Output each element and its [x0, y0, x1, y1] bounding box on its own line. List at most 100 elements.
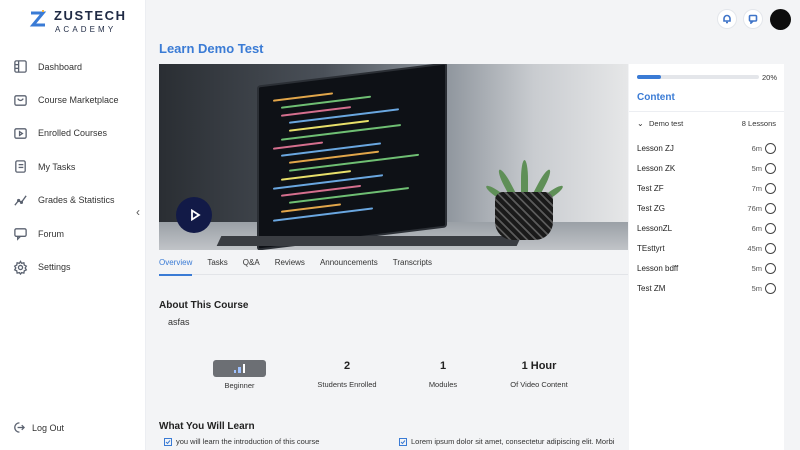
lesson-duration: 5m: [751, 283, 762, 293]
section-count: 8 Lessons: [741, 119, 776, 128]
logo[interactable]: ZUSTECH ACADEMY: [28, 8, 127, 34]
lesson-status-circle-icon[interactable]: [765, 222, 776, 234]
course-tabs: Overview Tasks Q&A Reviews Announcements…: [159, 250, 628, 276]
checkbox-checked-icon: [164, 437, 172, 446]
lesson-duration: 6m: [751, 223, 762, 233]
sidebar-item-label: Course Marketplace: [38, 95, 119, 106]
lesson-item[interactable]: LessonZL 6m: [637, 218, 776, 238]
sidebar-item-settings[interactable]: Settings: [0, 250, 146, 283]
sidebar-item-label: Grades & Statistics: [38, 195, 115, 206]
lesson-status-circle-icon[interactable]: [765, 182, 776, 194]
progress-percent: 20%: [762, 73, 778, 82]
tasks-icon: [12, 159, 28, 175]
sidebar-item-label: Forum: [38, 228, 65, 239]
lesson-item[interactable]: Lesson ZK 5m: [637, 158, 776, 178]
stat-label: Of Video Content: [510, 380, 568, 389]
lesson-item[interactable]: Test ZG 76m: [637, 198, 776, 218]
lesson-name: Lesson ZJ: [637, 143, 674, 153]
tab-qa[interactable]: Q&A: [243, 250, 260, 275]
progress-fill: [637, 75, 662, 79]
checkbox-checked-icon: [399, 437, 407, 446]
lesson-duration: 5m: [751, 263, 762, 273]
learn-item: Lorem ipsum dolor sit amet, consectetur …: [399, 437, 614, 446]
lesson-item[interactable]: Test ZM 5m: [637, 278, 776, 298]
lesson-name: TEsttyrt: [637, 243, 665, 253]
tab-transcripts[interactable]: Transcripts: [393, 250, 432, 275]
lesson-item[interactable]: Lesson bdff 5m: [637, 258, 776, 278]
content-title: Content: [637, 92, 675, 103]
level-badge: [213, 360, 266, 377]
progress-bar: [637, 75, 759, 79]
learn-item-text: Lorem ipsum dolor sit amet, consectetur …: [411, 437, 615, 446]
sidebar-item-label: Settings: [38, 262, 71, 273]
logo-z-icon: [28, 10, 48, 30]
lesson-status-circle-icon[interactable]: [765, 242, 776, 254]
about-title: About This Course: [159, 300, 249, 311]
lesson-item[interactable]: Test ZF 7m: [637, 178, 776, 198]
lesson-duration: 76m: [747, 203, 762, 213]
stat-value: 1 Hour: [521, 360, 557, 372]
brand-sub: ACADEMY: [55, 25, 117, 34]
laptop-image: [257, 64, 447, 250]
lesson-item[interactable]: Lesson ZJ 6m: [637, 138, 776, 158]
lesson-duration: 45m: [747, 243, 762, 253]
grades-icon: [12, 192, 28, 208]
notifications-button[interactable]: [717, 9, 737, 29]
tab-overview[interactable]: Overview: [159, 250, 193, 276]
tab-announcements[interactable]: Announcements: [320, 250, 378, 275]
sidebar-item-course-marketplace[interactable]: Course Marketplace: [0, 83, 146, 116]
brand-name: ZUSTECH: [54, 8, 127, 23]
sidebar-item-grades-statistics[interactable]: Grades & Statistics: [0, 184, 146, 217]
sidebar-item-forum[interactable]: Forum: [0, 217, 146, 250]
sidebar: ZUSTECH ACADEMY Dashboard Course Marketp…: [0, 0, 146, 450]
sidebar-item-label: My Tasks: [38, 161, 76, 172]
messages-button[interactable]: [743, 9, 763, 29]
sidebar-item-label: Enrolled Courses: [38, 128, 108, 139]
stat-label: Modules: [428, 380, 458, 389]
stat-label: Beginner: [224, 381, 255, 390]
section-header[interactable]: ⌄ Demo test 8 Lessons: [637, 119, 776, 128]
dashboard-icon: [12, 59, 28, 75]
lesson-status-circle-icon[interactable]: [765, 282, 776, 294]
lesson-name: Test ZF: [637, 183, 664, 193]
learn-item: you will learn the introduction of this …: [164, 437, 319, 446]
collapse-sidebar-chevron-icon[interactable]: ‹: [136, 205, 140, 219]
divider: [629, 111, 784, 112]
plant-pot-image: [495, 192, 553, 240]
lesson-item[interactable]: TEsttyrt 45m: [637, 238, 776, 258]
sidebar-item-my-tasks[interactable]: My Tasks: [0, 150, 146, 183]
chat-icon: [748, 14, 758, 24]
avatar[interactable]: [770, 9, 791, 30]
lesson-duration: 6m: [751, 143, 762, 153]
tab-reviews[interactable]: Reviews: [275, 250, 305, 275]
sidebar-nav: Dashboard Course Marketplace Enrolled Co…: [0, 50, 146, 284]
stat-label: Students Enrolled: [317, 380, 377, 389]
page-title: Learn Demo Test: [159, 41, 264, 56]
section-name: Demo test: [649, 119, 684, 128]
learn-item-text: you will learn the introduction of this …: [176, 437, 320, 446]
stat-level: Beginner: [213, 360, 266, 390]
stat-students: 2 Students Enrolled: [312, 360, 382, 389]
play-button[interactable]: [176, 197, 212, 233]
course-video-thumbnail[interactable]: [159, 64, 628, 250]
lesson-status-circle-icon[interactable]: [765, 262, 776, 274]
stat-value: 1: [439, 360, 447, 372]
lesson-status-circle-icon[interactable]: [765, 202, 776, 214]
lesson-name: Lesson ZK: [637, 163, 676, 173]
sidebar-item-label: Dashboard: [38, 61, 83, 72]
gear-icon: [12, 259, 28, 275]
stat-value: 2: [343, 360, 351, 372]
forum-icon: [12, 226, 28, 242]
learn-title: What You Will Learn: [159, 421, 255, 432]
lesson-list: Lesson ZJ 6m Lesson ZK 5m Test ZF 7m Test ZG 76…: [637, 138, 776, 298]
lesson-name: Test ZG: [637, 203, 666, 213]
chevron-down-icon: ⌄: [637, 119, 644, 128]
sidebar-item-dashboard[interactable]: Dashboard: [0, 50, 146, 83]
lesson-status-circle-icon[interactable]: [765, 162, 776, 174]
logout-button[interactable]: Log Out: [12, 421, 64, 434]
sidebar-item-enrolled-courses[interactable]: Enrolled Courses: [0, 117, 146, 150]
enrolled-icon: [12, 125, 28, 141]
play-icon: [191, 209, 201, 221]
tab-tasks[interactable]: Tasks: [207, 250, 227, 275]
lesson-status-circle-icon[interactable]: [765, 142, 776, 154]
